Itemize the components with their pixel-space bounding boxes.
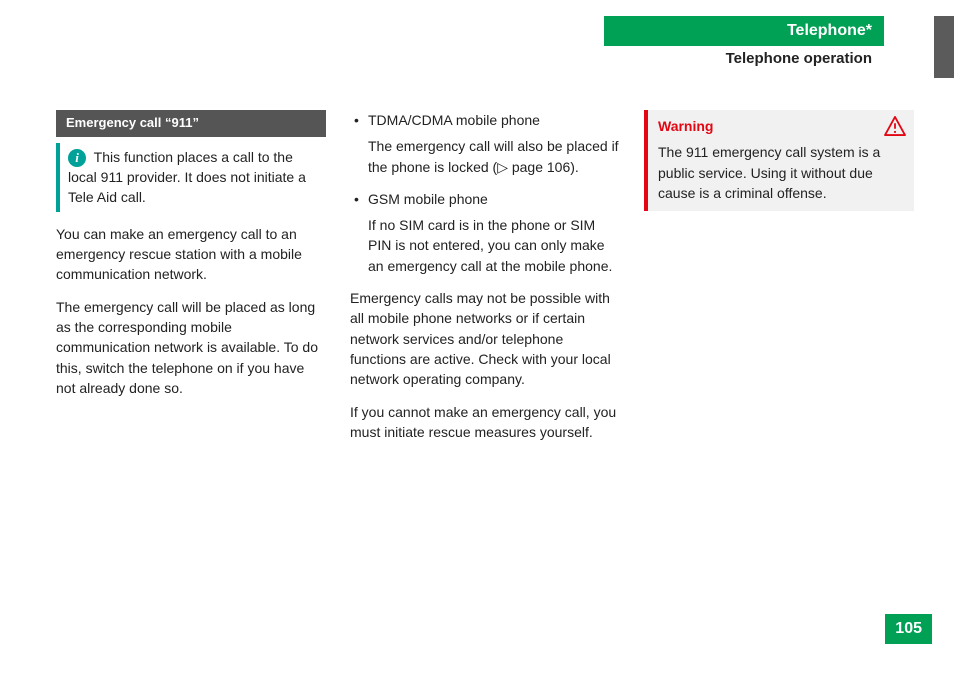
warning-triangle-icon bbox=[884, 116, 906, 136]
body-paragraph: You can make an emergency call to an eme… bbox=[56, 224, 326, 285]
bullet-list: TDMA/CDMA mobile phone The emergency cal… bbox=[350, 110, 620, 276]
page-header: Telephone* Telephone operation bbox=[604, 16, 932, 71]
bullet-head: TDMA/CDMA mobile phone bbox=[368, 112, 540, 128]
content-columns: Emergency call “911” i This function pla… bbox=[56, 110, 914, 454]
bullet-body: The emergency call will also be placed i… bbox=[368, 136, 620, 177]
chapter-title: Telephone* bbox=[604, 16, 884, 46]
bullet-body: If no SIM card is in the phone or SIM PI… bbox=[368, 215, 620, 276]
bullet-head: GSM mobile phone bbox=[368, 191, 488, 207]
info-icon: i bbox=[68, 149, 86, 167]
column-2: TDMA/CDMA mobile phone The emergency cal… bbox=[350, 110, 620, 454]
body-paragraph: Emergency calls may not be possible with… bbox=[350, 288, 620, 389]
page-number: 105 bbox=[885, 614, 932, 644]
side-tab bbox=[934, 16, 954, 78]
warning-header: Warning bbox=[658, 116, 906, 136]
column-3: Warning The 911 emergency call system is… bbox=[644, 110, 914, 454]
warning-title: Warning bbox=[658, 116, 713, 136]
body-paragraph: The emergency call will be placed as lon… bbox=[56, 297, 326, 398]
column-1: Emergency call “911” i This function pla… bbox=[56, 110, 326, 454]
list-item: GSM mobile phone If no SIM card is in th… bbox=[350, 189, 620, 276]
section-heading: Emergency call “911” bbox=[56, 110, 326, 137]
info-text: This function places a call to the local… bbox=[68, 149, 306, 206]
section-title: Telephone operation bbox=[604, 46, 884, 71]
body-paragraph: If you cannot make an emergency call, yo… bbox=[350, 402, 620, 443]
list-item: TDMA/CDMA mobile phone The emergency cal… bbox=[350, 110, 620, 177]
page-ref: ▷ page 106 bbox=[497, 159, 570, 175]
info-callout: i This function places a call to the loc… bbox=[56, 143, 326, 212]
warning-body: The 911 emergency call system is a publi… bbox=[658, 142, 906, 203]
warning-callout: Warning The 911 emergency call system is… bbox=[644, 110, 914, 211]
